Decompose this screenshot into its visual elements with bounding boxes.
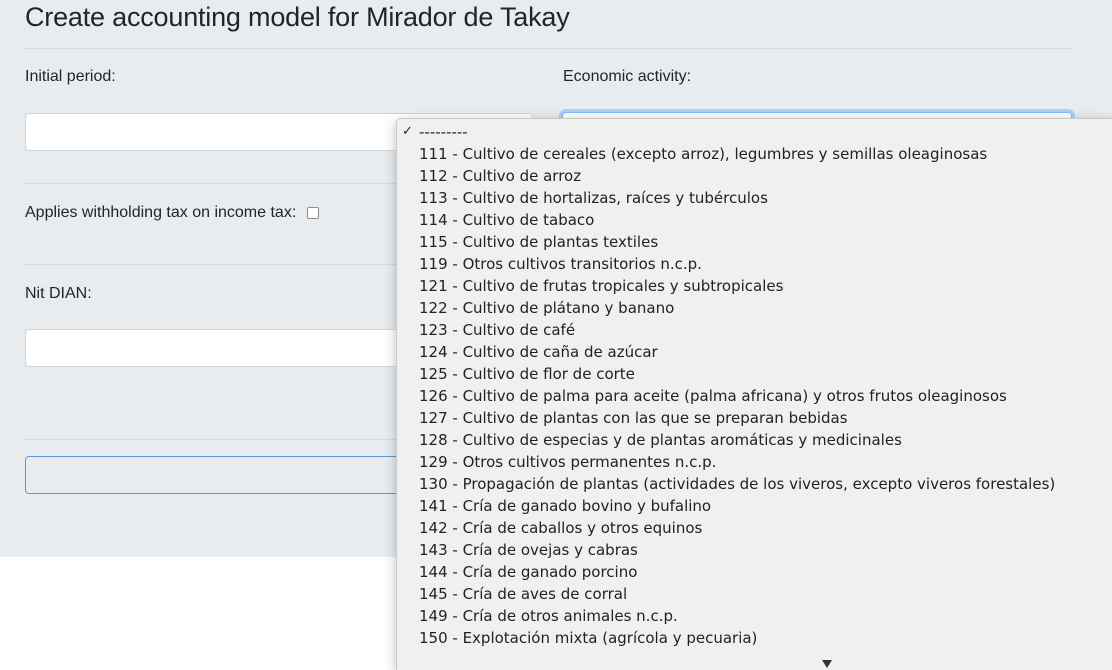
dropdown-option[interactable]: 119 - Otros cultivos transitorios n.c.p.: [397, 253, 1112, 275]
withholding-tax-checkbox[interactable]: [307, 207, 319, 219]
dropdown-option[interactable]: 128 - Cultivo de especias y de plantas a…: [397, 429, 1112, 451]
dropdown-option[interactable]: 125 - Cultivo de flor de corte: [397, 363, 1112, 385]
dropdown-option[interactable]: 121 - Cultivo de frutas tropicales y sub…: [397, 275, 1112, 297]
dropdown-option[interactable]: 142 - Cría de caballos y otros equinos: [397, 517, 1112, 539]
dropdown-option[interactable]: 130 - Propagación de plantas (actividade…: [397, 473, 1112, 495]
dropdown-option[interactable]: 141 - Cría de ganado bovino y bufalino: [397, 495, 1112, 517]
dropdown-option[interactable]: 129 - Otros cultivos permanentes n.c.p.: [397, 451, 1112, 473]
dropdown-option[interactable]: 150 - Explotación mixta (agrícola y pecu…: [397, 627, 1112, 649]
dropdown-option[interactable]: 143 - Cría de ovejas y cabras: [397, 539, 1112, 561]
dropdown-option[interactable]: 115 - Cultivo de plantas textiles: [397, 231, 1112, 253]
dropdown-option[interactable]: 127 - Cultivo de plantas con las que se …: [397, 407, 1112, 429]
dropdown-options: --------- 111 - Cultivo de cereales (exc…: [397, 119, 1112, 649]
dropdown-option[interactable]: 124 - Cultivo de caña de azúcar: [397, 341, 1112, 363]
dropdown-option[interactable]: ---------: [397, 121, 1112, 143]
dropdown-option[interactable]: 114 - Cultivo de tabaco: [397, 209, 1112, 231]
initial-period-label: Initial period:: [25, 68, 116, 85]
economic-activity-dropdown-list[interactable]: --------- 111 - Cultivo de cereales (exc…: [396, 118, 1112, 670]
scroll-down-arrow-icon[interactable]: [822, 660, 832, 668]
dropdown-option[interactable]: 126 - Cultivo de palma para aceite (palm…: [397, 385, 1112, 407]
submit-button[interactable]: [25, 456, 425, 494]
dropdown-option[interactable]: 145 - Cría de aves de corral: [397, 583, 1112, 605]
nit-dian-label: Nit DIAN:: [25, 285, 92, 302]
withholding-tax-label: Applies withholding tax on income tax:: [25, 204, 297, 221]
page-title: Create accounting model for Mirador de T…: [25, 2, 570, 32]
dropdown-option[interactable]: 113 - Cultivo de hortalizas, raíces y tu…: [397, 187, 1112, 209]
dropdown-option[interactable]: 144 - Cría de ganado porcino: [397, 561, 1112, 583]
title-divider: [25, 48, 1071, 49]
economic-activity-label: Economic activity:: [563, 68, 692, 85]
dropdown-option[interactable]: 112 - Cultivo de arroz: [397, 165, 1112, 187]
dropdown-option[interactable]: 123 - Cultivo de café: [397, 319, 1112, 341]
dropdown-option[interactable]: 111 - Cultivo de cereales (excepto arroz…: [397, 143, 1112, 165]
dropdown-option[interactable]: 122 - Cultivo de plátano y banano: [397, 297, 1112, 319]
dropdown-option[interactable]: 149 - Cría de otros animales n.c.p.: [397, 605, 1112, 627]
